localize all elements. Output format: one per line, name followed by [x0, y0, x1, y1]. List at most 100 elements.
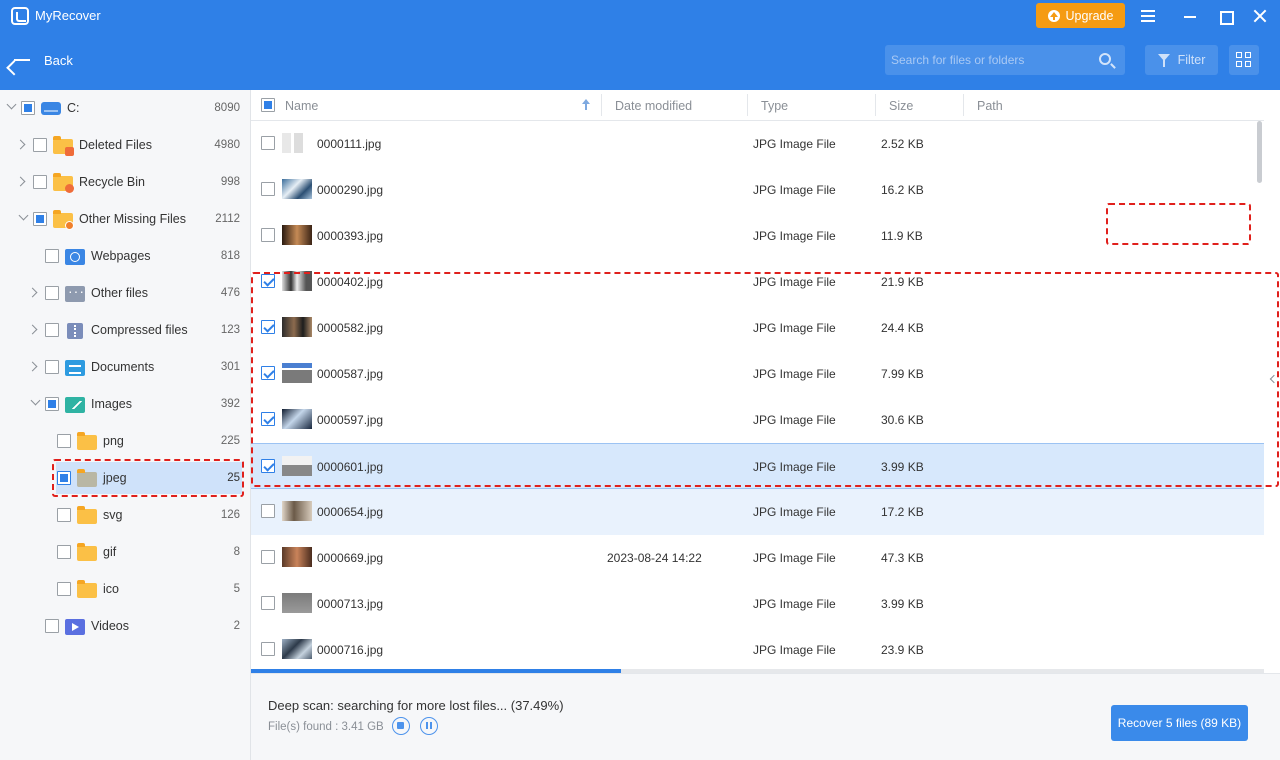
chevron-right-icon[interactable]	[27, 324, 38, 335]
file-row[interactable]: 0000713.jpg JPG Image File 3.99 KB	[251, 581, 1264, 627]
tree-item-images[interactable]: Images 392	[0, 389, 250, 419]
file-row[interactable]: 0000111.jpg JPG Image File 2.52 KB	[251, 121, 1264, 167]
minimize-icon[interactable]	[1180, 6, 1200, 26]
checkbox-deleted-files[interactable]	[33, 138, 47, 152]
checkbox-videos[interactable]	[45, 619, 59, 633]
pause-scan-icon[interactable]	[420, 717, 438, 735]
file-checkbox[interactable]	[261, 596, 275, 610]
chevron-left-icon[interactable]	[1269, 374, 1279, 384]
tree-item-other-missing-files[interactable]: Other Missing Files 2112	[0, 204, 250, 234]
checkbox-images[interactable]	[45, 397, 59, 411]
filter-button[interactable]: Filter	[1145, 45, 1218, 75]
tree-item-gif[interactable]: gif 8	[0, 537, 250, 567]
vertical-scrollbar[interactable]	[1255, 121, 1264, 669]
file-checkbox[interactable]	[261, 182, 275, 196]
file-checkbox[interactable]	[261, 228, 275, 242]
image-thumbnail	[282, 409, 312, 429]
chevron-down-icon[interactable]	[6, 99, 17, 110]
column-separator[interactable]	[601, 94, 602, 116]
file-type: JPG Image File	[753, 505, 836, 519]
checkbox-svg[interactable]	[57, 508, 71, 522]
file-row[interactable]: 0000290.jpg JPG Image File 16.2 KB	[251, 167, 1264, 213]
column-separator[interactable]	[963, 94, 964, 116]
scrollbar-thumb[interactable]	[1257, 121, 1262, 183]
checkbox-documents[interactable]	[45, 360, 59, 374]
column-name[interactable]: Name	[285, 99, 318, 113]
file-row[interactable]: 0000582.jpg JPG Image File 24.4 KB	[251, 305, 1264, 351]
tree-item-other-files[interactable]: Other files 476	[0, 278, 250, 308]
folder-icon	[77, 506, 97, 524]
checkbox-jpeg[interactable]	[57, 471, 71, 485]
file-checkbox[interactable]	[261, 366, 275, 380]
close-icon[interactable]	[1250, 6, 1270, 26]
file-row[interactable]: 0000393.jpg JPG Image File 11.9 KB	[251, 213, 1264, 259]
file-checkbox[interactable]	[261, 274, 275, 288]
file-checkbox[interactable]	[261, 412, 275, 426]
file-row[interactable]: 0000669.jpg 2023-08-24 14:22 JPG Image Fil…	[251, 535, 1264, 581]
chevron-right-icon[interactable]	[15, 176, 26, 187]
checkbox-gif[interactable]	[57, 545, 71, 559]
search-input[interactable]	[885, 45, 1095, 75]
filter-label: Filter	[1177, 53, 1206, 67]
file-type: JPG Image File	[753, 321, 836, 335]
checkbox-compressed-files[interactable]	[45, 323, 59, 337]
checkbox-png[interactable]	[57, 434, 71, 448]
chevron-down-icon[interactable]	[18, 210, 29, 221]
column-separator[interactable]	[875, 94, 876, 116]
column-size[interactable]: Size	[889, 99, 913, 113]
tree-item-videos[interactable]: Videos 2	[0, 611, 250, 641]
chevron-right-icon[interactable]	[27, 361, 38, 372]
file-row[interactable]: 0000601.jpg JPG Image File 3.99 KB	[251, 443, 1264, 489]
checkbox-ico[interactable]	[57, 582, 71, 596]
tree-item-svg[interactable]: svg 126	[0, 500, 250, 530]
file-row[interactable]: 0000597.jpg JPG Image File 30.6 KB	[251, 397, 1264, 443]
tree-item-webpages[interactable]: Webpages 818	[0, 241, 250, 271]
file-checkbox[interactable]	[261, 504, 275, 518]
file-row[interactable]: 0000587.jpg JPG Image File 7.99 KB	[251, 351, 1264, 397]
select-all-checkbox[interactable]	[261, 98, 275, 112]
checkbox-drive-c[interactable]	[21, 101, 35, 115]
tree-item-deleted-files[interactable]: Deleted Files 4980	[0, 130, 250, 160]
tree-item-label: svg	[103, 508, 123, 522]
tree-item-ico[interactable]: ico 5	[0, 574, 250, 604]
checkbox-other-files[interactable]	[45, 286, 59, 300]
search-icon[interactable]	[1099, 53, 1111, 65]
tree-item-drive-c[interactable]: C: 8090	[0, 93, 250, 123]
sort-ascending-icon[interactable]	[582, 99, 590, 111]
chevron-right-icon[interactable]	[15, 139, 26, 150]
tree-item-jpeg[interactable]: jpeg 25	[56, 462, 242, 494]
file-checkbox[interactable]	[261, 642, 275, 656]
checkbox-webpages[interactable]	[45, 249, 59, 263]
tree-item-recycle-bin[interactable]: Recycle Bin 998	[0, 167, 250, 197]
back-label: Back	[44, 52, 73, 68]
file-checkbox[interactable]	[261, 459, 275, 473]
filter-funnel-icon	[1157, 53, 1170, 67]
chevron-right-icon[interactable]	[27, 287, 38, 298]
tree-item-documents[interactable]: Documents 301	[0, 352, 250, 382]
file-checkbox[interactable]	[261, 320, 275, 334]
chevron-down-icon[interactable]	[30, 395, 41, 406]
back-button[interactable]: Back	[12, 48, 73, 72]
stop-scan-icon[interactable]	[392, 717, 410, 735]
tree-item-compressed-files[interactable]: Compressed files 123	[0, 315, 250, 345]
globe-icon	[65, 249, 85, 265]
file-row[interactable]: 0000402.jpg JPG Image File 21.9 KB	[251, 259, 1264, 305]
grid-view-icon[interactable]	[1229, 45, 1259, 75]
checkbox-other-missing-files[interactable]	[33, 212, 47, 226]
column-path[interactable]: Path	[977, 99, 1003, 113]
file-name: 0000716.jpg	[317, 643, 384, 657]
file-checkbox[interactable]	[261, 136, 275, 150]
tree-item-png[interactable]: png 225	[0, 426, 250, 456]
file-row[interactable]: 0000654.jpg JPG Image File 17.2 KB	[251, 489, 1264, 535]
file-row[interactable]: 0000716.jpg JPG Image File 23.9 KB	[251, 627, 1264, 673]
file-checkbox[interactable]	[261, 550, 275, 564]
column-date-modified[interactable]: Date modified	[615, 99, 692, 113]
checkbox-recycle-bin[interactable]	[33, 175, 47, 189]
menu-icon[interactable]	[1138, 6, 1158, 26]
tree-item-label: Documents	[91, 360, 155, 374]
recover-button[interactable]: Recover 5 files (89 KB)	[1111, 705, 1248, 741]
column-type[interactable]: Type	[761, 99, 788, 113]
upgrade-button[interactable]: Upgrade	[1036, 3, 1125, 28]
column-separator[interactable]	[747, 94, 748, 116]
maximize-icon[interactable]	[1215, 6, 1235, 26]
